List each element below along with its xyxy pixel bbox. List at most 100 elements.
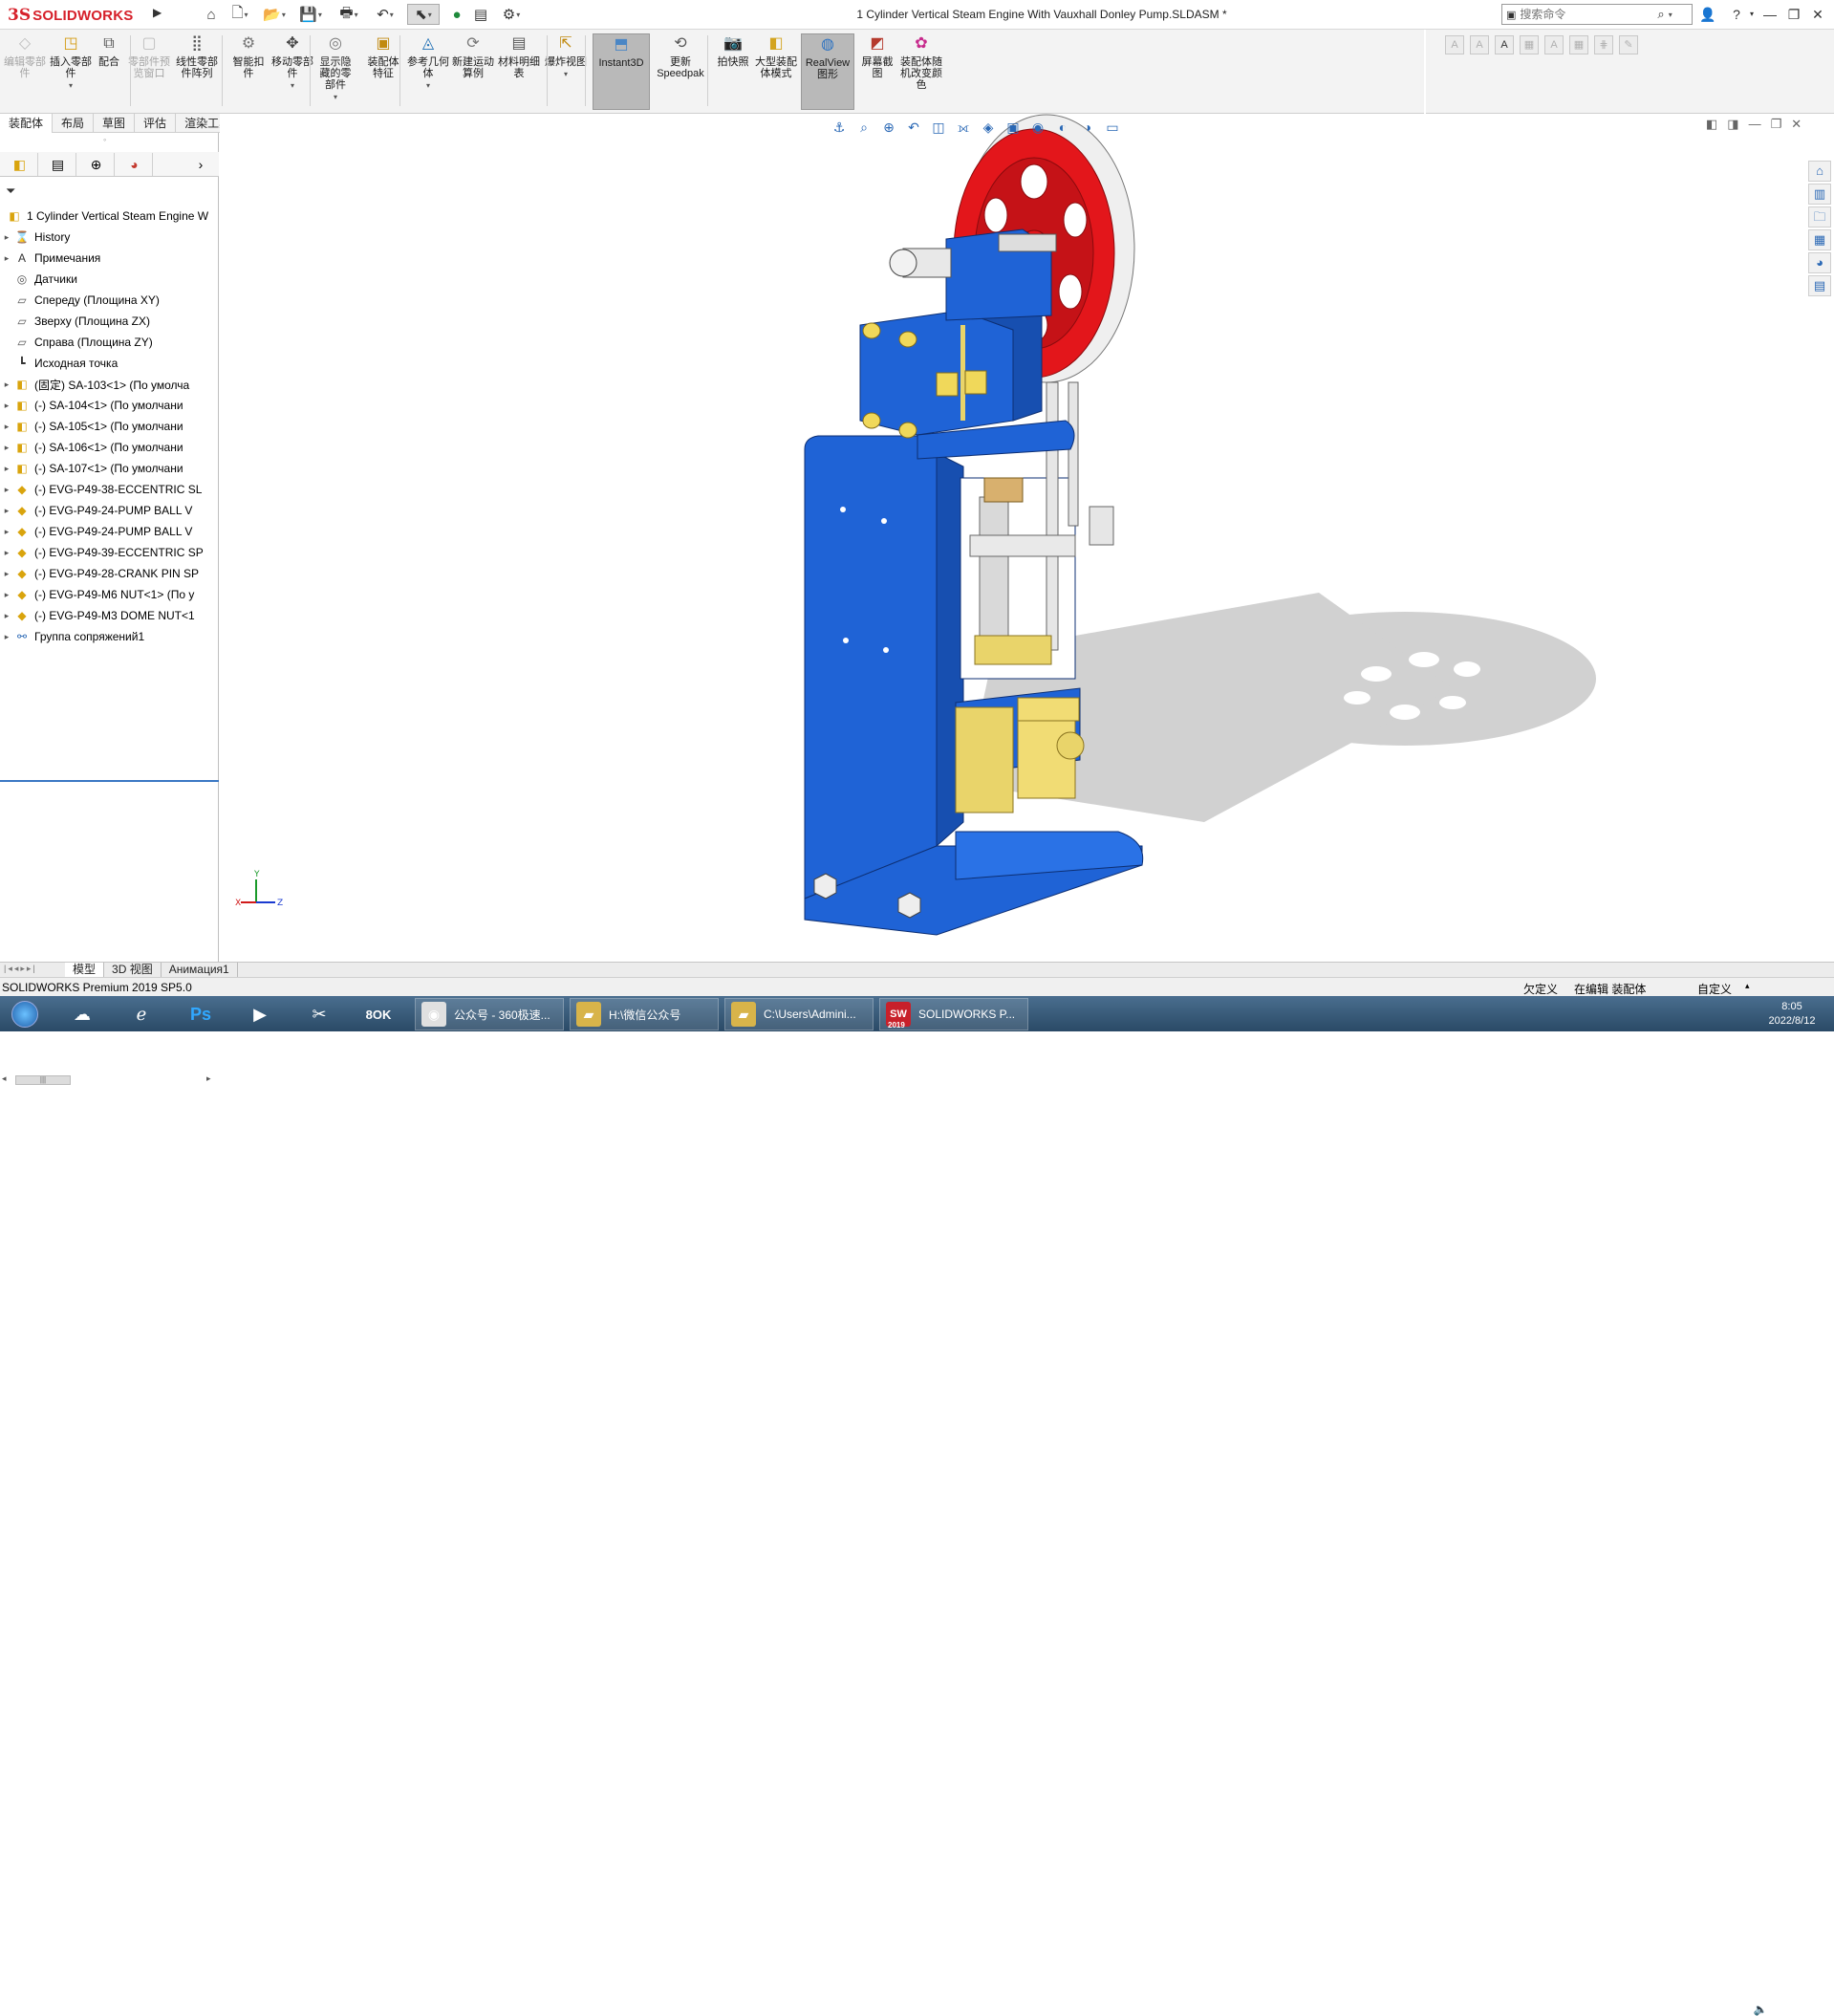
select-icon[interactable]: ⬉ ▾	[407, 4, 440, 25]
screenshot-tool-icon[interactable]: ✂	[300, 999, 338, 1030]
viewport-prev-icon[interactable]: ◧	[1706, 117, 1717, 132]
section-view-icon[interactable]: ◫	[929, 119, 948, 136]
expand-arrow-icon[interactable]: ▸	[0, 548, 13, 558]
mini-tool-5-icon[interactable]: A	[1544, 35, 1564, 54]
dropdown-arrow-icon[interactable]: ▾	[564, 69, 568, 80]
graphics-area[interactable]: Y X Z	[220, 114, 1808, 962]
expand-arrow-icon[interactable]: ▸	[0, 253, 13, 264]
tree-item[interactable]: ▸ ◧ (-) SA-107<1> (По умолчани	[0, 458, 219, 479]
expand-arrow-icon[interactable]: ▸	[0, 443, 13, 453]
appearances-icon[interactable]: ◕	[1808, 252, 1831, 273]
windows-start-icon[interactable]	[6, 999, 44, 1030]
keyboard-icon[interactable]: ⌨	[1627, 2003, 1643, 2016]
command-realview[interactable]: ◍ RealView图形	[801, 33, 854, 110]
panel-grip-icon[interactable]: ◦	[103, 135, 106, 144]
tree-item[interactable]: ▱ Спереду (Площина XY)	[0, 290, 219, 311]
menu-expand-icon[interactable]: ▶	[153, 6, 164, 23]
flag-icon[interactable]: ⚑	[1717, 2003, 1728, 2016]
tab-2[interactable]: 草图	[94, 114, 136, 133]
view-settings-icon[interactable]: ▭	[1103, 119, 1122, 136]
expand-arrow-icon[interactable]: ▸	[0, 632, 13, 642]
home-icon[interactable]: ⌂	[199, 4, 224, 25]
restore-button[interactable]: ❐	[1783, 4, 1804, 25]
design-library-icon[interactable]: ▥	[1808, 184, 1831, 205]
expand-arrow-icon[interactable]: ▸	[0, 506, 13, 516]
minimize-button[interactable]: —	[1759, 4, 1780, 25]
tree-item[interactable]: ▸ ⌛ History	[0, 227, 219, 248]
zoom-to-fit-icon[interactable]: ⌕	[854, 119, 874, 136]
taskbar-task[interactable]: ▰ H:\微信公众号	[570, 998, 719, 1030]
property-manager-tab-icon[interactable]: ▤	[40, 153, 76, 176]
scroll-left-icon[interactable]: ◂	[2, 1073, 7, 1084]
mini-tool-6-icon[interactable]: ▦	[1569, 35, 1588, 54]
scroll-right-icon[interactable]: ▸	[206, 1073, 211, 1084]
search-input[interactable]	[1520, 6, 1654, 23]
tray-app-2-icon[interactable]: ◔	[1671, 2003, 1677, 2016]
panel-expand-icon[interactable]: ›	[187, 153, 214, 176]
mini-tool-2-icon[interactable]: A	[1470, 35, 1489, 54]
expand-arrow-icon[interactable]: ▸	[0, 485, 13, 495]
file-properties-icon[interactable]: ▤	[470, 4, 491, 25]
command-reference-geometry[interactable]: ◬ 参考几何体 ▾	[407, 33, 449, 110]
expand-arrow-icon[interactable]: ▸	[0, 611, 13, 621]
mini-tool-3-icon[interactable]: A	[1495, 35, 1514, 54]
command-bom[interactable]: ▤ 材料明细表	[497, 33, 541, 110]
mini-tool-1-icon[interactable]: A	[1445, 35, 1464, 54]
taskbar-clock[interactable]: 8:05 2022/8/12	[1758, 1000, 1825, 1029]
dynamic-annotation-icon[interactable]: ⟗	[954, 119, 973, 136]
tray-app-4-icon[interactable]: ◉	[1699, 2003, 1709, 2016]
apply-scene-icon[interactable]: ◑	[1078, 119, 1097, 135]
expand-arrow-icon[interactable]: ▸	[0, 379, 13, 390]
viewport-next-icon[interactable]: ◨	[1727, 117, 1738, 132]
rebuild-icon[interactable]: ●	[449, 4, 464, 25]
model-view[interactable]: Y X Z	[220, 114, 1808, 962]
command-insert-components[interactable]: ◳ 插入零部件 ▾	[50, 33, 92, 110]
save-icon[interactable]: 💾 ▾	[296, 4, 325, 25]
viewport-close-icon[interactable]: ✕	[1791, 117, 1802, 132]
expand-arrow-icon[interactable]: ▸	[0, 569, 13, 579]
command-component-preview[interactable]: ▢ 零部件预览窗口	[128, 33, 170, 110]
mini-tool-4-icon[interactable]: ▦	[1520, 35, 1539, 54]
viewport-minimize-icon[interactable]: —	[1749, 117, 1761, 132]
command-show-hidden[interactable]: ◎ 显示隐藏的零部件 ▾	[315, 33, 356, 110]
tab-1[interactable]: 布局	[53, 114, 95, 133]
viewport-restore-icon[interactable]: ❐	[1771, 117, 1782, 132]
taskbar-task[interactable]: ▰ C:\Users\Admini...	[724, 998, 874, 1030]
command-large-assembly[interactable]: ◧ 大型装配体模式	[755, 33, 797, 110]
dropdown-arrow-icon[interactable]: ▾	[69, 80, 73, 92]
expand-arrow-icon[interactable]: ▸	[0, 232, 13, 243]
taskbar-task[interactable]: SW SOLIDWORKS P... 2019	[879, 998, 1028, 1030]
tree-item[interactable]: ▸ ◆ (-) EVG-P49-38-ECCENTRIC SL	[0, 479, 219, 500]
expand-arrow-icon[interactable]: ▸	[0, 527, 13, 537]
model-tab-2[interactable]: Анимация1	[162, 963, 238, 977]
configuration-manager-tab-icon[interactable]: ⊕	[78, 153, 115, 176]
tree-item[interactable]: ◎ Датчики	[0, 269, 219, 290]
tab-3[interactable]: 评估	[135, 114, 177, 133]
command-update-speedpak[interactable]: ⟲ 更新Speedpak	[656, 33, 705, 110]
tree-item[interactable]: ▱ Справа (Площина ZY)	[0, 332, 219, 353]
command-random-color[interactable]: ✿ 装配体随机改变颜色	[900, 33, 942, 110]
photoshop-icon[interactable]: Ps	[182, 999, 220, 1030]
tree-item[interactable]: ▸ ⚯ Группа сопряжений1	[0, 626, 219, 647]
model-tab-0[interactable]: 模型	[65, 963, 105, 977]
command-move-component[interactable]: ✥ 移动零部件 ▾	[271, 33, 313, 110]
expand-arrow-icon[interactable]: ▸	[0, 590, 13, 600]
view-palette-icon[interactable]: ▦	[1808, 229, 1831, 250]
tab-scroll-arrows-icon[interactable]: |◂◂▸▸|	[0, 964, 65, 977]
command-smart-fasteners[interactable]: ⚙ 智能扣件	[229, 33, 268, 110]
solidworks-logo[interactable]: 3S SOLIDWORKS	[8, 4, 157, 27]
tree-item[interactable]: ▸ ◧ (固定) SA-103<1> (По умолча	[0, 374, 219, 395]
tree-item[interactable]: ▸ ◧ (-) SA-104<1> (По умолчани	[0, 395, 219, 416]
tree-item[interactable]: ▸ ◆ (-) EVG-P49-28-CRANK PIN SP	[0, 563, 219, 584]
mini-tool-8-icon[interactable]: ✎	[1619, 35, 1638, 54]
tray-app-3-icon[interactable]: ●	[1685, 2003, 1692, 2016]
media-player-icon[interactable]: ▶	[241, 999, 279, 1030]
new-document-icon[interactable]: 🗋 ▾	[226, 4, 254, 25]
hide-show-items-icon[interactable]: ◉	[1028, 119, 1047, 136]
tree-horizontal-scrollbar[interactable]: ◂ ||| ▸	[2, 1073, 216, 1087]
tree-item[interactable]: ▸ ◆ (-) EVG-P49-24-PUMP BALL V	[0, 521, 219, 542]
command-screen-capture[interactable]: ◩ 屏幕截图	[858, 33, 896, 110]
capture-app-icon[interactable]: 8OK	[359, 999, 398, 1030]
scroll-thumb[interactable]: |||	[15, 1075, 71, 1085]
units-status[interactable]: 自定义	[1697, 981, 1732, 997]
